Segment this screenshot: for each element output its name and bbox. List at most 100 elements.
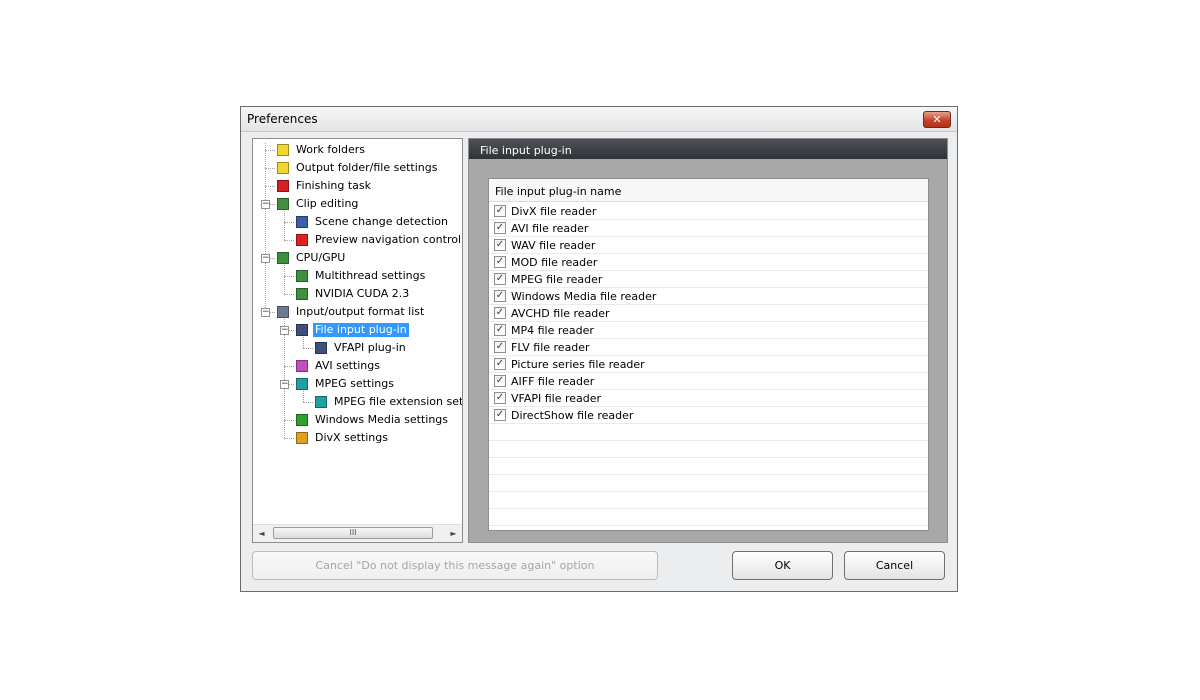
tree-expander-toggle[interactable]: − [261,308,270,317]
plugin-checkbox[interactable]: ✓ [494,358,506,370]
panel-title: File input plug-in [480,144,572,157]
tree-connector-line [303,348,313,349]
plugin-row[interactable]: ✓ DirectShow file reader [489,407,928,424]
plugin-list: File input plug-in name ✓ DivX file reade… [488,178,929,531]
tree-connector-line [265,204,266,258]
divx-file-icon [296,432,308,444]
tree-expander-toggle[interactable]: − [261,254,270,263]
document-edit-icon [277,252,289,264]
tree-connector-line [284,240,294,241]
scroll-right-arrow[interactable]: ► [445,525,462,542]
tree-connector-line [303,402,313,403]
tree-horizontal-scrollbar[interactable]: ◄ III ► [253,524,462,542]
plugin-row-label: VFAPI file reader [511,392,602,405]
empty-row [489,441,928,458]
tree-connector-line [284,384,285,420]
plugin-checkbox[interactable]: ✓ [494,273,506,285]
tree-connector-line [265,150,275,151]
plugin-checkbox[interactable]: ✓ [494,256,506,268]
tree-item-label: Multithread settings [315,269,426,282]
tree-expander-toggle[interactable]: − [280,380,289,389]
plugin-row[interactable]: ✓ AVCHD file reader [489,305,928,322]
ok-button[interactable]: OK [732,551,833,580]
plugin-row[interactable]: ✓ DivX file reader [489,203,928,220]
plugin-checkbox[interactable]: ✓ [494,375,506,387]
folder-settings-icon [277,162,289,174]
document-edit-icon [296,288,308,300]
scroll-thumb[interactable]: III [273,527,433,539]
tree-item-label: MPEG file extension settings [334,395,463,408]
plugin-row-label: DivX file reader [511,205,597,218]
scroll-left-arrow[interactable]: ◄ [253,525,270,542]
plugin-checkbox[interactable]: ✓ [494,222,506,234]
tree-item-label: Clip editing [296,197,359,210]
tree-connector-line [284,276,294,277]
plugin-checkbox[interactable]: ✓ [494,409,506,421]
mpeg-file-icon [315,396,327,408]
tree-item-label: AVI settings [315,359,380,372]
tree-expander-toggle[interactable]: − [280,326,289,335]
mpeg-file-icon [296,378,308,390]
tree-connector-line [265,186,275,187]
tree-item-label: CPU/GPU [296,251,346,264]
plugin-row-label: Windows Media file reader [511,290,657,303]
plugin-row-label: DirectShow file reader [511,409,634,422]
tree-connector-line [284,438,294,439]
plugin-row[interactable]: ✓ WAV file reader [489,237,928,254]
plugin-icon [315,342,327,354]
plugin-row[interactable]: ✓ FLV file reader [489,339,928,356]
tree-item-label: VFAPI plug-in [334,341,406,354]
plugin-checkbox[interactable]: ✓ [494,205,506,217]
tree-connector-line [284,330,285,366]
document-edit-icon [296,270,308,282]
plugin-row[interactable]: ✓ AIFF file reader [489,373,928,390]
tree-item-label: NVIDIA CUDA 2.3 [315,287,410,300]
tree-connector-line [265,258,266,312]
tree-item-label: Finishing task [296,179,371,192]
tree-expander-toggle[interactable]: − [261,200,270,209]
plugin-row[interactable]: ✓ Windows Media file reader [489,288,928,305]
plugin-row-label: AIFF file reader [511,375,595,388]
tree-connector-line [265,150,266,168]
plugin-checkbox[interactable]: ✓ [494,324,506,336]
preferences-dialog: Preferences ✕ Work folders Output folder/… [240,106,958,592]
title-bar[interactable]: Preferences ✕ [241,107,957,132]
tree-item-label: Scene change detection [315,215,448,228]
tree-connector-line [284,276,285,294]
tree-item-label: Output folder/file settings [296,161,438,174]
empty-row [489,475,928,492]
plugin-row-label: AVI file reader [511,222,589,235]
cancel-option-button[interactable]: Cancel "Do not display this message agai… [252,551,658,580]
tree-item-label: MPEG settings [315,377,394,390]
plugin-row-label: MPEG file reader [511,273,603,286]
close-button[interactable]: ✕ [923,111,951,128]
cancel-button[interactable]: Cancel [844,551,945,580]
panel-header: File input plug-in [469,139,947,159]
column-header[interactable]: File input plug-in name [489,179,928,202]
plugin-checkbox[interactable]: ✓ [494,392,506,404]
plugin-row[interactable]: ✓ Picture series file reader [489,356,928,373]
window-title: Preferences [247,112,318,126]
plugin-row[interactable]: ✓ MP4 file reader [489,322,928,339]
tree-item-label: File input plug-in [312,322,410,338]
folder-icon [277,144,289,156]
plugin-checkbox[interactable]: ✓ [494,290,506,302]
plugin-row-label: MOD file reader [511,256,598,269]
plugin-panel: File input plug-in File input plug-in na… [468,138,948,543]
film-icon [296,216,308,228]
tree-item-label: DivX settings [315,431,388,444]
tree-connector-line [284,222,294,223]
plugin-row-label: WAV file reader [511,239,596,252]
plugin-checkbox[interactable]: ✓ [494,239,506,251]
plugin-row[interactable]: ✓ AVI file reader [489,220,928,237]
list-icon [277,306,289,318]
red-arrow-icon [296,234,308,246]
tree-connector-line [284,222,285,240]
empty-row [489,458,928,475]
plugin-checkbox[interactable]: ✓ [494,307,506,319]
plugin-row[interactable]: ✓ VFAPI file reader [489,390,928,407]
column-header-label: File input plug-in name [495,185,622,198]
plugin-row[interactable]: ✓ MOD file reader [489,254,928,271]
plugin-row[interactable]: ✓ MPEG file reader [489,271,928,288]
plugin-checkbox[interactable]: ✓ [494,341,506,353]
